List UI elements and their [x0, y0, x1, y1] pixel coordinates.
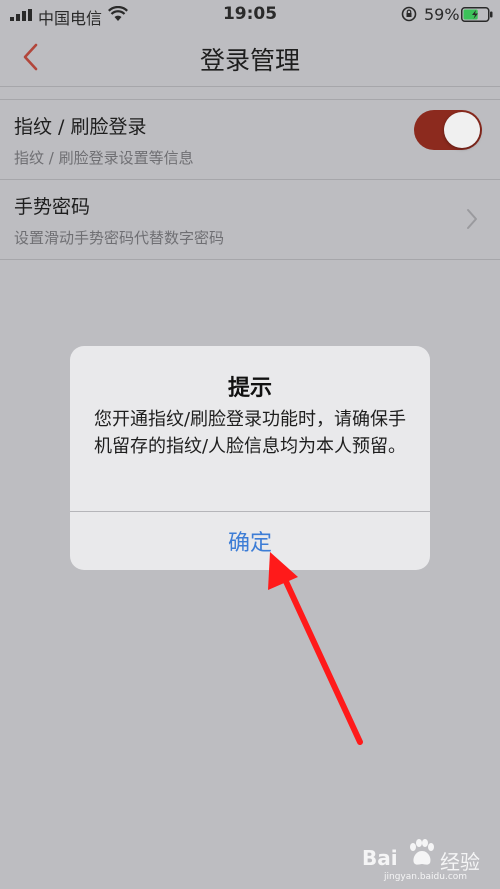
alert-dialog: 提示 您开通指纹/刷脸登录功能时，请确保手机留存的指纹/人脸信息均为本人预留。 … — [70, 346, 430, 570]
settings-row-subtitle: 设置滑动手势密码代替数字密码 — [14, 229, 225, 247]
battery-icon — [461, 7, 493, 22]
paw-logo-icon — [410, 839, 434, 865]
settings-row-gesture-password[interactable]: 手势密码 设置滑动手势密码代替数字密码 — [0, 179, 500, 260]
navigation-bar: 登录管理 — [0, 30, 500, 87]
biometric-login-toggle[interactable] — [414, 110, 482, 150]
settings-row-title: 手势密码 — [14, 196, 91, 218]
page-title: 登录管理 — [199, 46, 300, 75]
toggle-knob — [444, 112, 480, 148]
settings-list: 指纹 / 刷脸登录 指纹 / 刷脸登录设置等信息 手势密码 设置滑动手势密码代替… — [0, 99, 500, 260]
confirm-button[interactable]: 确定 — [70, 512, 430, 570]
settings-row-biometric-login[interactable]: 指纹 / 刷脸登录 指纹 / 刷脸登录设置等信息 — [0, 99, 500, 179]
watermark-suffix: 经验 — [440, 850, 480, 874]
settings-row-title: 指纹 / 刷脸登录 — [14, 116, 147, 138]
watermark-url: jingyan.baidu.com — [384, 872, 468, 882]
watermark-brand: Bai — [362, 846, 398, 870]
rotation-lock-icon — [401, 6, 417, 22]
settings-row-subtitle: 指纹 / 刷脸登录设置等信息 — [14, 149, 194, 167]
battery-percentage: 59% — [424, 5, 460, 24]
baidu-jingyan-watermark: Bai 经验 jingyan.baidu.com — [354, 836, 494, 886]
dialog-title: 提示 — [227, 376, 272, 401]
status-bar: 中国电信 19:05 59% — [0, 0, 500, 30]
dialog-message: 您开通指纹/刷脸登录功能时，请确保手机留存的指纹/人脸信息均为本人预留。 — [93, 409, 407, 457]
chevron-right-icon — [467, 209, 477, 229]
